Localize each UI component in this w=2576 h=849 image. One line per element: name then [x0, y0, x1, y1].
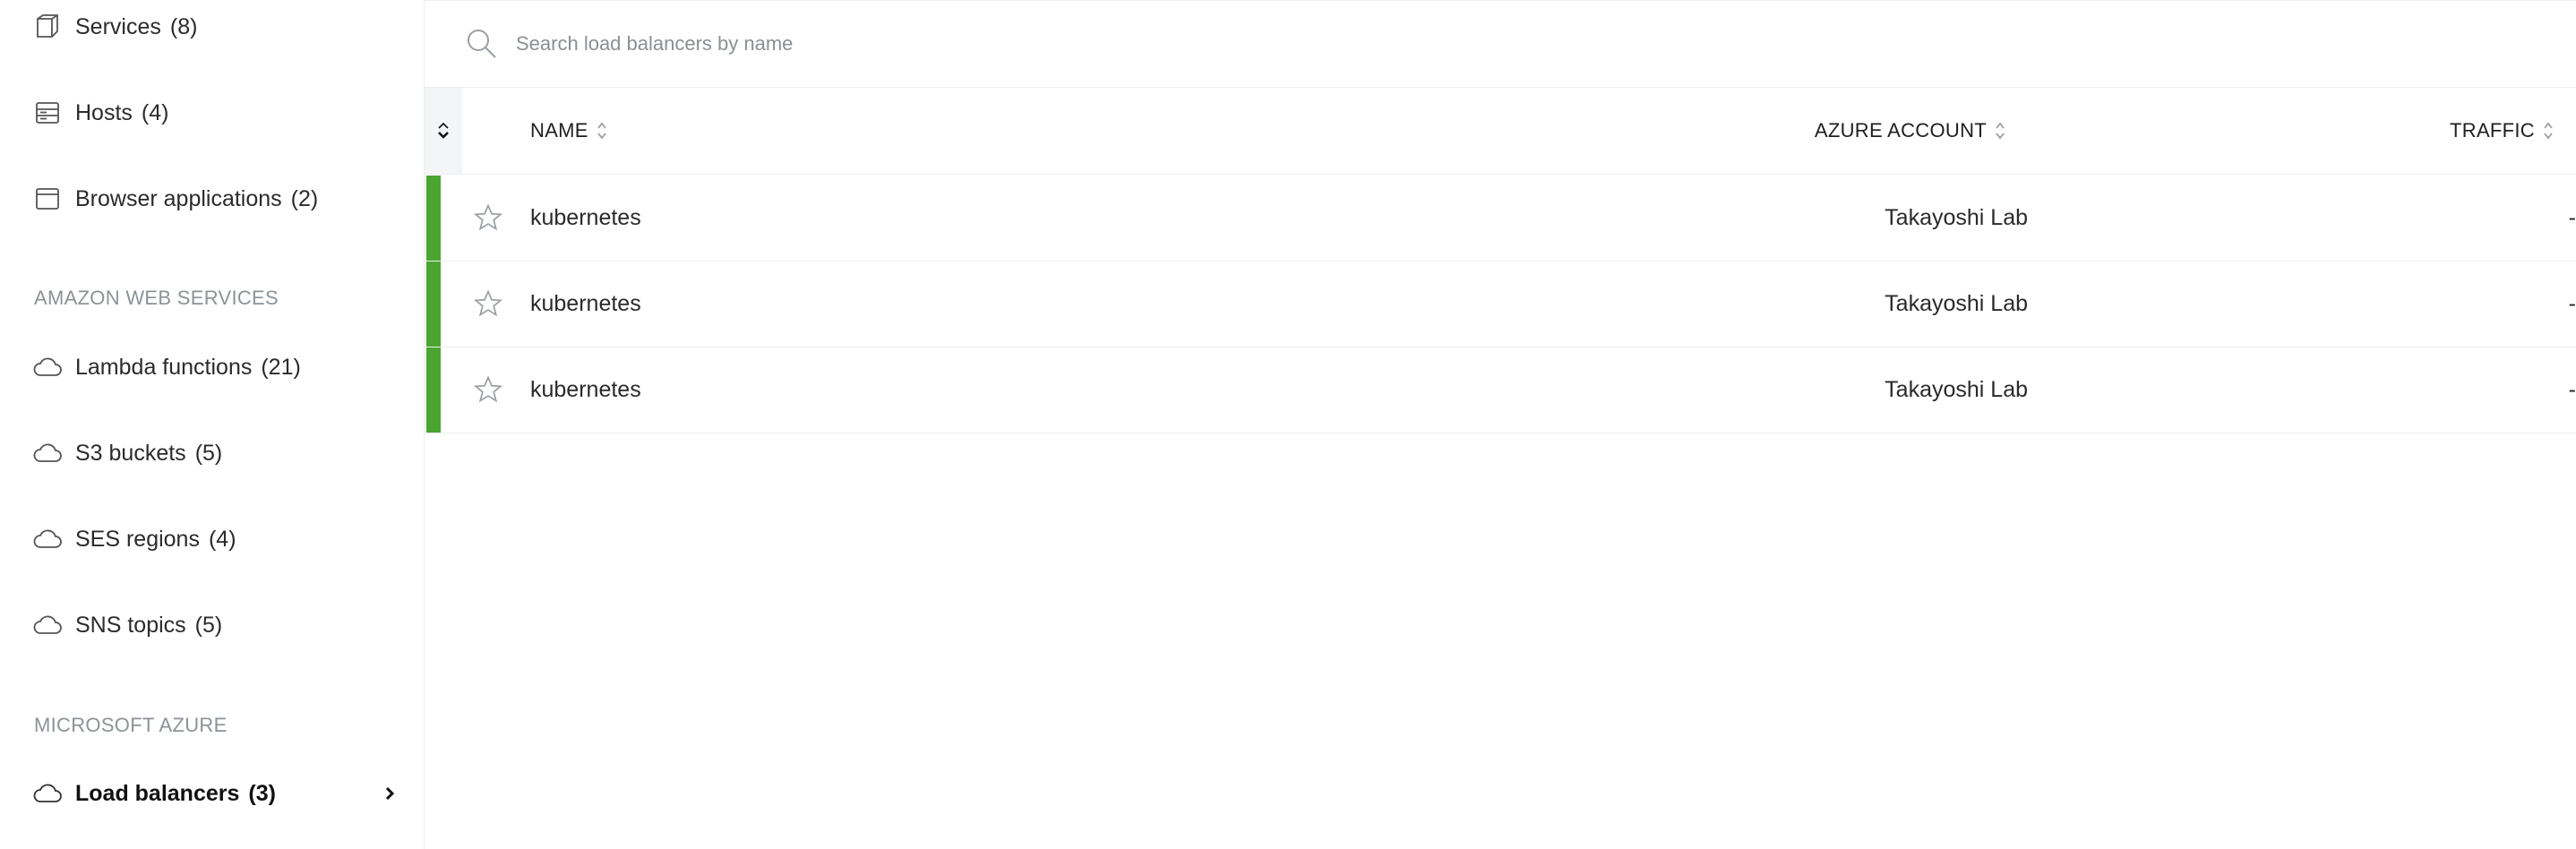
row-account: Takayoshi Lab: [1885, 205, 2028, 230]
sidebar-item-count: (8): [169, 13, 198, 39]
column-header-label: TRAFFIC: [2450, 119, 2535, 142]
star-icon[interactable]: [471, 373, 505, 407]
browser-window-icon: [32, 184, 63, 214]
sort-icon: [2542, 120, 2555, 142]
row-account: Takayoshi Lab: [1885, 291, 2028, 316]
sidebar-item-sns-topics[interactable]: SNS topics (5): [32, 607, 399, 643]
section-title-aws: AMAZON WEB SERVICES: [34, 287, 279, 309]
sidebar-item-count: (21): [261, 354, 301, 380]
chevron-right-icon: [380, 784, 399, 803]
sidebar-item-services[interactable]: Services (8): [32, 9, 399, 45]
table-row[interactable]: kubernetes Takayoshi Lab -: [425, 262, 2576, 347]
sidebar-item-load-balancers[interactable]: Load balancers (3): [32, 776, 399, 811]
status-indicator: [426, 262, 441, 347]
column-header-name[interactable]: NAME: [530, 88, 608, 174]
search-input[interactable]: [514, 31, 1593, 56]
sidebar-item-label: SES regions: [75, 526, 200, 552]
sidebar-item-label: Hosts: [75, 99, 133, 125]
star-icon[interactable]: [471, 287, 505, 321]
sidebar-item-lambda-functions[interactable]: Lambda functions (21): [32, 349, 399, 385]
collapse-toggle[interactable]: [425, 88, 462, 174]
status-indicator: [426, 176, 441, 261]
row-name[interactable]: kubernetes: [530, 176, 641, 261]
sidebar-item-ses-regions[interactable]: SES regions (4): [32, 521, 399, 557]
sidebar-item-browser-applications[interactable]: Browser applications (2): [32, 181, 399, 217]
row-traffic: -: [2568, 205, 2576, 230]
cloud-icon: [32, 438, 63, 468]
sidebar-item-label: Services: [75, 13, 161, 39]
sidebar-item-count: (2): [290, 185, 319, 211]
cube-icon: [32, 12, 63, 42]
cloud-icon: [32, 778, 63, 809]
sidebar-item-label: SNS topics: [75, 612, 186, 638]
sidebar-item-count: (5): [194, 440, 223, 466]
cloud-icon: [32, 352, 63, 382]
sort-icon: [1994, 120, 2006, 142]
sort-icon: [596, 120, 608, 142]
sidebar-item-label: Load balancers: [75, 780, 240, 806]
sidebar-item-count: (4): [141, 99, 169, 125]
table-row[interactable]: kubernetes Takayoshi Lab -: [425, 347, 2576, 433]
column-header-traffic[interactable]: TRAFFIC: [2450, 88, 2555, 174]
table-row[interactable]: kubernetes Takayoshi Lab -: [425, 176, 2576, 262]
sidebar-item-s3-buckets[interactable]: S3 buckets (5): [32, 435, 399, 471]
row-traffic: -: [2568, 291, 2576, 316]
sidebar-item-hosts[interactable]: Hosts (4): [32, 95, 399, 131]
column-header-label: AZURE ACCOUNT: [1814, 119, 1987, 142]
row-traffic: -: [2568, 377, 2576, 402]
row-name[interactable]: kubernetes: [530, 347, 641, 433]
row-name[interactable]: kubernetes: [530, 262, 641, 347]
sidebar-item-label: Lambda functions: [75, 354, 253, 380]
row-account: Takayoshi Lab: [1885, 377, 2028, 402]
cloud-icon: [32, 524, 63, 554]
main-content: NAME AZURE ACCOUNT TRAFFIC: [425, 0, 2576, 849]
section-title-azure: MICROSOFT AZURE: [34, 714, 228, 736]
cloud-icon: [32, 610, 63, 640]
search-bar: [425, 1, 2576, 88]
column-header-azure-account[interactable]: AZURE ACCOUNT: [1815, 88, 2006, 174]
search-icon: [464, 26, 500, 62]
sidebar-item-count: (3): [248, 780, 276, 806]
sidebar-item-count: (5): [194, 612, 223, 638]
sidebar-item-count: (4): [208, 526, 236, 552]
sidebar-item-label: Browser applications: [75, 185, 282, 211]
server-icon: [32, 98, 63, 128]
star-icon[interactable]: [471, 201, 505, 235]
sidebar: Services (8) Hosts (4) Browser applicati…: [0, 0, 425, 849]
status-indicator: [426, 347, 441, 433]
column-header-label: NAME: [530, 119, 588, 142]
sidebar-item-label: S3 buckets: [75, 440, 186, 466]
table-header: NAME AZURE ACCOUNT TRAFFIC: [425, 88, 2576, 175]
chevron-up-down-icon: [438, 122, 449, 139]
